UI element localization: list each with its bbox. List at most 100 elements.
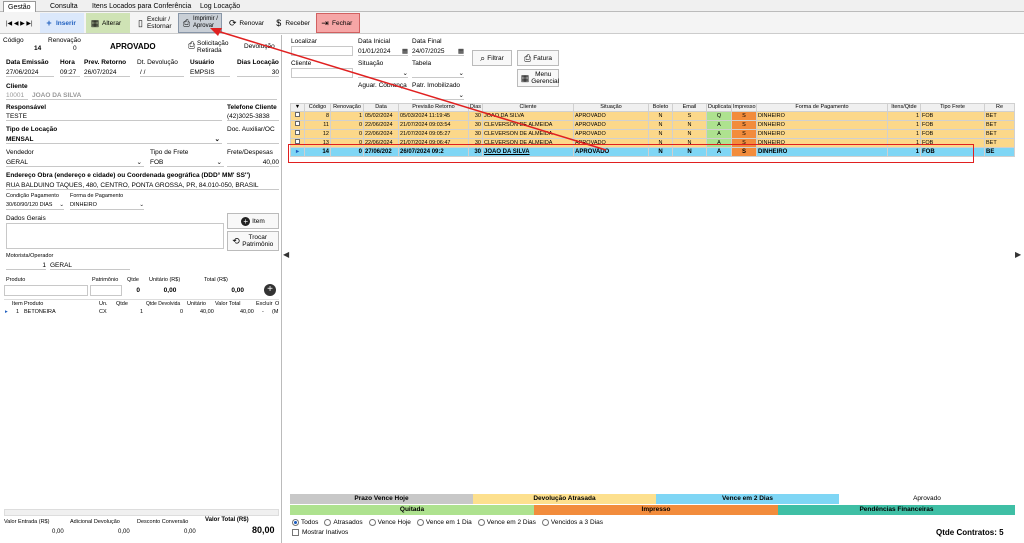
horizontal-scrollbar[interactable] bbox=[4, 509, 279, 516]
grid-cell-email: N bbox=[672, 129, 707, 139]
qtde-field[interactable]: 0 bbox=[124, 286, 140, 295]
valor-entrada-value[interactable]: 0,00 bbox=[52, 529, 64, 535]
produto-field[interactable] bbox=[4, 285, 88, 296]
collapse-left-icon[interactable]: ◀ bbox=[283, 250, 289, 259]
prev-retorno-field[interactable]: 26/07/2024 bbox=[84, 68, 130, 77]
vendedor-label: Vendedor bbox=[6, 149, 34, 156]
items-header-unitario: Unitário bbox=[187, 301, 206, 307]
delete-button[interactable]: ▯ Excluir / Estornar bbox=[132, 13, 176, 33]
grid-cell-itens-qtde: 1 bbox=[887, 111, 921, 121]
cliente-code[interactable]: 10001 bbox=[6, 91, 28, 100]
items-header-produto: Produto bbox=[24, 301, 44, 307]
grid-header-forma-pagamento[interactable]: Forma de Pagamento bbox=[756, 103, 888, 112]
forma-pag-select[interactable]: DINHEIRO ⌄ bbox=[70, 201, 144, 210]
plus-icon: + bbox=[46, 18, 52, 28]
radio-circle-icon bbox=[368, 518, 376, 526]
grid-cell-itens-qtde: 1 bbox=[887, 120, 921, 130]
total-field[interactable]: 0,00 bbox=[200, 286, 244, 295]
legend-devolucao-atrasada: Devolução Atrasada bbox=[473, 494, 656, 504]
radio-atrasados[interactable]: Atrasados bbox=[324, 518, 363, 526]
renovacao-label: Renovação bbox=[48, 37, 81, 44]
motorista-name[interactable]: GERAL bbox=[50, 261, 130, 270]
radio-vence-hoje[interactable]: Vence Hoje bbox=[368, 518, 411, 526]
record-navigator[interactable]: |◀ ◀ ▶ ▶| bbox=[2, 13, 40, 33]
grid-cell-forma-de-pagamento: DINHEIRO bbox=[756, 111, 888, 121]
grid-cell-re: BET bbox=[984, 138, 1015, 148]
grid-cell-email: S bbox=[672, 111, 707, 121]
adicional-value[interactable]: 0,00 bbox=[118, 529, 130, 535]
add-item-button[interactable]: + Item bbox=[227, 213, 279, 229]
grid-cell-tipo-frete: FOB bbox=[920, 120, 985, 130]
responsavel-field[interactable]: TESTE bbox=[6, 112, 222, 121]
cond-pag-select[interactable]: 30/60/90/120 DIAS ⌄ bbox=[6, 201, 64, 210]
grid-header-boleto[interactable]: Boleto bbox=[648, 103, 673, 112]
alter-button[interactable]: ▦ Alterar bbox=[86, 13, 130, 33]
grid-header-tipo-frete[interactable]: Tipo Frete bbox=[920, 103, 985, 112]
hora-field[interactable]: 09:27 bbox=[60, 68, 80, 77]
responsavel-label: Responsável bbox=[6, 104, 47, 111]
unitario-field[interactable]: 0,00 bbox=[148, 286, 192, 295]
tab-bar: Gestão Consulta Itens Locados para Confe… bbox=[0, 0, 1024, 12]
tab-gestao[interactable]: Gestão bbox=[3, 1, 36, 12]
grid-header-email[interactable]: Email bbox=[672, 103, 707, 112]
tab-log-locacao[interactable]: Log Locação bbox=[196, 1, 244, 12]
data-emissao-field[interactable]: 27/06/2024 bbox=[6, 68, 54, 77]
hora-label: Hora bbox=[60, 59, 75, 66]
grid-cell-tipo-frete: FOB bbox=[920, 111, 985, 121]
codigo-value[interactable]: 14 bbox=[34, 45, 41, 52]
legend-vence-2-dias: Vence em 2 Dias bbox=[656, 494, 839, 504]
grid-cell-boleto: N bbox=[648, 111, 673, 121]
table-row[interactable]: ▸ 1 BETONEIRA CX 1 0 40,00 40,00 - (M bbox=[4, 309, 279, 317]
radio-vencidos-a-3-dias[interactable]: Vencidos a 3 Dias bbox=[541, 518, 603, 526]
dados-gerais-textarea[interactable] bbox=[6, 223, 224, 249]
mostrar-inativos-checkbox[interactable]: Mostrar Inativos bbox=[292, 529, 348, 536]
annotation-arrow bbox=[210, 28, 607, 151]
legend-pendencias-financeiras: Pendências Financeiras bbox=[778, 505, 1015, 515]
grid-header-duplicata[interactable]: Duplicata bbox=[706, 103, 732, 112]
valor-total-label: Valor Total (R$) bbox=[205, 517, 249, 523]
items-grid: Item Produto Un. Qtde Qtde Devolvida Uni… bbox=[4, 299, 279, 321]
renovacao-value[interactable]: 0 bbox=[73, 45, 77, 52]
insert-button[interactable]: + Inserir bbox=[40, 13, 84, 33]
qtde-contratos: Qtde Contratos: 5 bbox=[936, 528, 1004, 537]
legend-prazo-vence-hoje: Prazo Vence Hoje bbox=[290, 494, 473, 504]
grid-header-re[interactable]: Re bbox=[984, 103, 1015, 112]
grid-cell-impresso: S bbox=[731, 120, 757, 130]
qtde-label: Qtde bbox=[127, 277, 139, 283]
grid-header-impresso[interactable]: Impresso bbox=[731, 103, 757, 112]
forma-pag-label: Forma de Pagamento bbox=[70, 193, 124, 199]
motorista-code[interactable]: 1 bbox=[6, 261, 46, 270]
items-header-excluir: Excluir bbox=[256, 301, 273, 307]
tab-consulta[interactable]: Consulta bbox=[46, 1, 82, 12]
grid-cell-re: BET bbox=[984, 111, 1015, 121]
trocar-patrimonio-button[interactable]: ⟲ Trocar Patrimônio bbox=[227, 231, 279, 251]
add-product-button[interactable]: + bbox=[264, 284, 276, 296]
desconto-value[interactable]: 0,00 bbox=[184, 529, 196, 535]
grid-cell-itens-qtde: 1 bbox=[887, 129, 921, 139]
grid-cell-email: N bbox=[672, 120, 707, 130]
radio-circle-icon bbox=[324, 518, 332, 526]
tab-itens-locados[interactable]: Itens Locados para Conferência bbox=[88, 1, 195, 12]
vendedor-select[interactable]: GERAL ⌄ bbox=[6, 158, 144, 167]
grid-cell-tipo-frete: FOB bbox=[920, 129, 985, 139]
endereco-label: Endereço Obra (endereço e cidade) ou Coo… bbox=[6, 172, 251, 179]
radio-todos[interactable]: Todos bbox=[292, 518, 318, 526]
adicional-label: Adicional Devolução bbox=[70, 519, 120, 525]
dt-devolucao-field[interactable]: / / bbox=[140, 68, 184, 77]
plus-circle-icon: + bbox=[241, 216, 251, 226]
row-pointer-icon: ▸ bbox=[5, 309, 8, 315]
radio-circle-icon bbox=[416, 518, 424, 526]
printer-icon: ⎙ bbox=[182, 18, 191, 28]
patrimonio-field[interactable] bbox=[90, 285, 122, 296]
tipo-frete-label: Tipo de Frete bbox=[150, 149, 189, 156]
radio-vence-em-1-dia[interactable]: Vence em 1 Dia bbox=[416, 518, 472, 526]
codigo-label: Código bbox=[3, 37, 24, 44]
grid-header-itens-qtde[interactable]: Itens/Qtde bbox=[887, 103, 921, 112]
produto-label: Produto bbox=[6, 277, 26, 283]
document-icon: ▯ bbox=[138, 18, 143, 28]
data-emissao-label: Data Emissão bbox=[6, 59, 49, 66]
tipo-locacao-select[interactable]: MENSAL ⌄ bbox=[6, 135, 222, 144]
endereco-field[interactable]: RUA BALDUINO TAQUES, 480, CENTRO, PONTA … bbox=[6, 181, 279, 190]
radio-vence-em-2-dias[interactable]: Vence em 2 Dias bbox=[477, 518, 536, 526]
collapse-right-icon[interactable]: ▶ bbox=[1015, 250, 1021, 259]
